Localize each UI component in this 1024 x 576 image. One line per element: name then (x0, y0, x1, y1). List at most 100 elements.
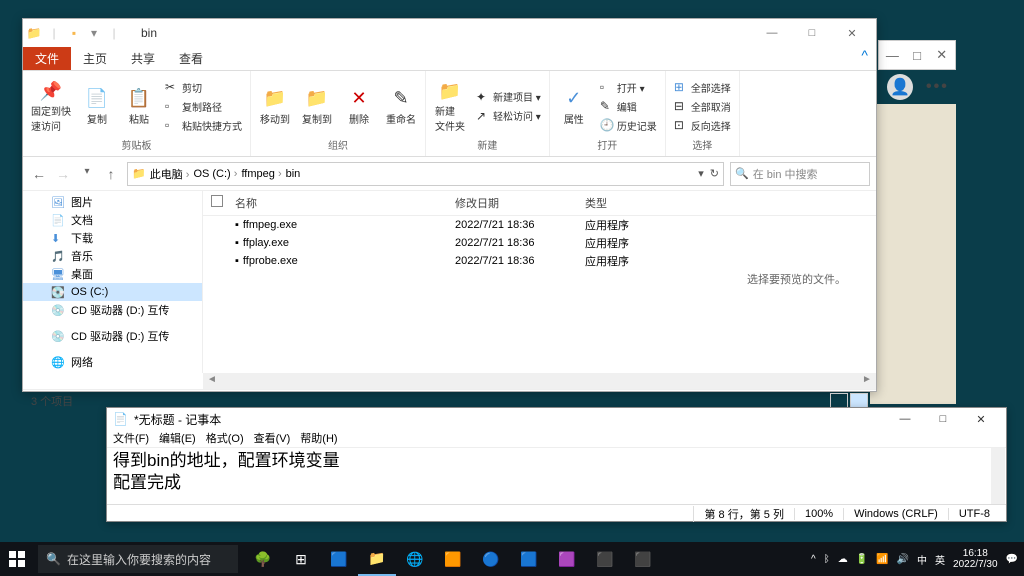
taskbar-app-4[interactable]: ⬛ (586, 542, 624, 576)
breadcrumb-bin[interactable]: bin (286, 168, 301, 180)
delete-button[interactable]: ✕删除 (341, 75, 377, 137)
tray-ime-2[interactable]: 英 (935, 552, 945, 567)
nav-back-button[interactable]: ← (29, 166, 49, 182)
sidebar-item-network[interactable]: 🌐网络 (23, 353, 202, 371)
notepad-vscrollbar[interactable] (991, 448, 1005, 504)
bg-minimize[interactable]: — (885, 48, 900, 63)
nav-recent-button[interactable]: ▾ (77, 166, 97, 182)
tray-volume-icon[interactable]: 🔊 (897, 554, 909, 565)
pasteshortcut-button[interactable]: ▫粘贴快捷方式 (163, 117, 244, 134)
user-avatar[interactable]: 👤 (887, 74, 913, 100)
taskbar-explorer[interactable]: 📁 (358, 542, 396, 576)
menu-view[interactable]: 查看(V) (254, 430, 291, 447)
taskbar-app-3[interactable]: 🔵 (472, 542, 510, 576)
maximize-button[interactable]: □ (792, 21, 832, 45)
copy-button[interactable]: 📄复制 (79, 75, 115, 137)
menu-help[interactable]: 帮助(H) (300, 430, 337, 447)
taskbar-photoshop[interactable]: 🟦 (510, 542, 548, 576)
address-bar[interactable]: 📁 此电脑 OS (C:) ffmpeg bin ▾↻ (127, 162, 724, 186)
taskbar-onenote[interactable]: 🟪 (548, 542, 586, 576)
file-list[interactable]: 名称 修改日期 类型 ▪ffmpeg.exe 2022/7/21 18:36 应… (203, 191, 876, 373)
selectall-button[interactable]: ⊞全部选择 (672, 79, 733, 96)
np-minimize-button[interactable]: — (886, 409, 924, 429)
nav-up-button[interactable]: ↑ (101, 166, 121, 182)
more-menu[interactable]: ••• (926, 78, 949, 96)
breadcrumb-ffmpeg[interactable]: ffmpeg (241, 168, 281, 180)
cut-button[interactable]: ✂剪切 (163, 79, 244, 96)
breadcrumb-thispc[interactable]: 此电脑 (150, 166, 190, 182)
tray-ime-1[interactable]: 中 (917, 552, 927, 567)
taskbar-taskview[interactable]: ⊞ (282, 542, 320, 576)
sidebar-item-cd1[interactable]: 💿CD 驱动器 (D:) 互传 (23, 301, 202, 319)
np-maximize-button[interactable]: □ (924, 409, 962, 429)
tray-wifi-icon[interactable]: 📶 (876, 554, 888, 565)
sidebar-item-desktop[interactable]: 🖥桌面 (23, 265, 202, 283)
tray-battery-icon[interactable]: 🔋 (856, 554, 868, 565)
open-button[interactable]: ▫打开 ▾ (598, 79, 659, 96)
close-button[interactable]: ✕ (832, 21, 872, 45)
taskbar-office[interactable]: 🟧 (434, 542, 472, 576)
notepad-textarea[interactable]: 得到bin的地址，配置环境变量 配置完成 (107, 448, 1006, 504)
file-row[interactable]: ▪ffmpeg.exe 2022/7/21 18:36 应用程序 (203, 216, 876, 234)
edit-button[interactable]: ✎编辑 (598, 98, 659, 115)
newitem-button[interactable]: ✦新建项目 ▾ (474, 88, 543, 105)
scroll-left-icon[interactable]: ◄ (205, 374, 219, 388)
history-button[interactable]: 🕘历史记录 (598, 117, 659, 134)
ribbon-collapse-icon[interactable]: ^ (853, 47, 876, 70)
column-headers[interactable]: 名称 修改日期 类型 (203, 191, 876, 216)
taskbar-edge[interactable]: 🌐 (396, 542, 434, 576)
tray-bluetooth-icon[interactable]: ᛒ (824, 554, 830, 565)
refresh-button[interactable]: ↻ (710, 167, 719, 180)
newfolder-button[interactable]: 📁新建 文件夹 (432, 75, 468, 137)
tray-notifications-icon[interactable]: 💬 (1006, 554, 1018, 565)
bg-close[interactable]: ✕ (934, 47, 949, 63)
sidebar-item-music[interactable]: 🎵音乐 (23, 247, 202, 265)
invertsel-button[interactable]: ⊡反向选择 (672, 117, 733, 134)
search-input[interactable]: 🔍 在 bin 中搜索 (730, 162, 870, 186)
addr-dropdown-icon[interactable]: ▾ (698, 167, 704, 180)
copypath-button[interactable]: ▫复制路径 (163, 98, 244, 115)
taskbar-app-5[interactable]: ⬛ (624, 542, 662, 576)
sidebar-item-documents[interactable]: 📄文档 (23, 211, 202, 229)
sidebar-item-downloads[interactable]: ⬇下载 (23, 229, 202, 247)
scroll-right-icon[interactable]: ► (860, 374, 874, 388)
tab-share[interactable]: 共享 (119, 47, 167, 70)
file-row[interactable]: ▪ffprobe.exe 2022/7/21 18:36 应用程序 (203, 252, 876, 270)
tray-cloud-icon[interactable]: ☁ (838, 554, 848, 565)
col-date[interactable]: 修改日期 (455, 195, 585, 211)
menu-format[interactable]: 格式(O) (206, 430, 244, 447)
tab-home[interactable]: 主页 (71, 47, 119, 70)
qat-icon[interactable]: ▪ (67, 26, 81, 40)
bg-maximize[interactable]: □ (910, 48, 925, 63)
col-name[interactable]: 名称 (235, 195, 455, 211)
select-all-checkbox[interactable] (211, 195, 223, 207)
paste-button[interactable]: 📋粘贴 (121, 75, 157, 137)
copyto-button[interactable]: 📁复制到 (299, 75, 335, 137)
sidebar-item-cd2[interactable]: 💿CD 驱动器 (D:) 互传 (23, 327, 202, 345)
tray-overflow-icon[interactable]: ^ (811, 554, 816, 565)
nav-forward-button[interactable]: → (53, 166, 73, 182)
taskbar-search[interactable]: 🔍 在这里输入你要搜索的内容 (38, 545, 238, 573)
taskbar-app-2[interactable]: 🟦 (320, 542, 358, 576)
selectnone-button[interactable]: ⊟全部取消 (672, 98, 733, 115)
menu-edit[interactable]: 编辑(E) (159, 430, 196, 447)
col-type[interactable]: 类型 (585, 195, 868, 211)
np-close-button[interactable]: ✕ (962, 409, 1000, 429)
tab-view[interactable]: 查看 (167, 47, 215, 70)
explorer-titlebar[interactable]: 📁 | ▪ ▾ | bin — □ ✕ (23, 19, 876, 47)
sidebar-item-pictures[interactable]: 🖼图片 (23, 193, 202, 211)
easyaccess-button[interactable]: ↗轻松访问 ▾ (474, 107, 543, 124)
moveto-button[interactable]: 📁移动到 (257, 75, 293, 137)
notepad-titlebar[interactable]: 📄 *无标题 - 记事本 — □ ✕ (107, 408, 1006, 430)
horizontal-scrollbar[interactable]: ◄ ► (203, 373, 876, 389)
qat-dropdown-icon[interactable]: ▾ (87, 26, 101, 40)
pin-button[interactable]: 📌固定到快 速访问 (29, 75, 73, 137)
breadcrumb-osc[interactable]: OS (C:) (193, 168, 237, 180)
properties-button[interactable]: ✓属性 (556, 75, 592, 137)
sidebar-item-osc[interactable]: 💽OS (C:) (23, 283, 202, 301)
start-button[interactable] (0, 542, 34, 576)
minimize-button[interactable]: — (752, 21, 792, 45)
taskbar-app-1[interactable]: 🌳 (244, 542, 282, 576)
menu-file[interactable]: 文件(F) (113, 430, 149, 447)
tray-clock[interactable]: 16:18 2022/7/30 (953, 548, 998, 570)
